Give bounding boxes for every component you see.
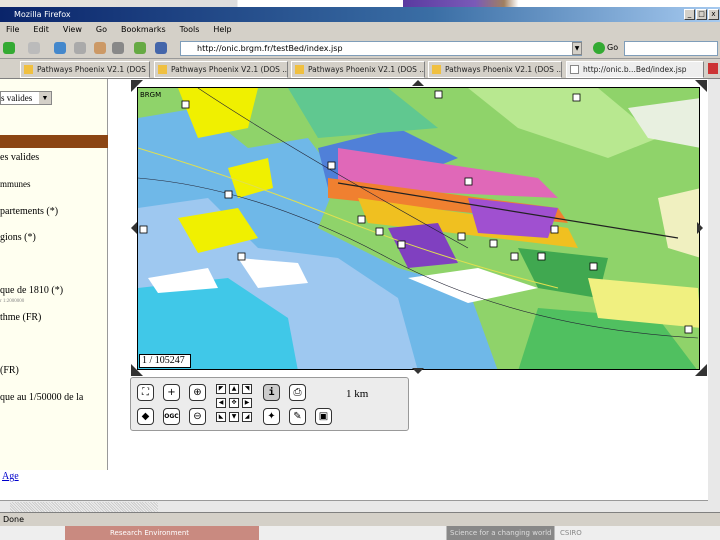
pan-north-icon[interactable] [412, 74, 424, 86]
pan-icon[interactable]: ✥ [229, 398, 239, 408]
info-icon[interactable]: i [263, 384, 280, 401]
layer-item[interactable]: thme (FR) [0, 312, 41, 323]
url-input[interactable]: http://onic.brgm.fr/testBed/index.jsp [180, 41, 582, 56]
background-banner [0, 0, 720, 7]
map-canvas: BRGM [138, 88, 699, 369]
menu-view[interactable]: View [63, 25, 82, 34]
layer-item[interactable]: gions (*) [0, 232, 36, 243]
pan-se-button[interactable]: ◢ [242, 412, 252, 422]
pan-southwest-icon[interactable] [131, 364, 143, 376]
menu-bar: File Edit View Go Bookmarks Tools Help [0, 22, 720, 38]
menu-tools[interactable]: Tools [180, 25, 200, 34]
reload-icon[interactable] [54, 42, 66, 54]
pan-west-icon[interactable] [125, 222, 137, 234]
pan-ne-button[interactable]: ◥ [242, 384, 252, 394]
pan-sw-button[interactable]: ◣ [216, 412, 226, 422]
scale-bar-label: 1 km [346, 388, 369, 400]
maximize-button[interactable]: □ [696, 9, 707, 20]
status-text: Done [3, 515, 25, 524]
scrollbar-thumb[interactable] [10, 502, 158, 512]
layer-panel: s valides ▼ es valides mmunes partements … [0, 79, 108, 470]
tab-4[interactable]: Pathways Phoenix V2.1 (DOS ... [428, 61, 562, 78]
back-icon[interactable] [3, 42, 15, 54]
layer-item[interactable]: que de 1810 (*) [0, 285, 63, 296]
layer-item[interactable]: es valides [0, 152, 39, 163]
print-map-icon[interactable]: ⎙ [289, 384, 306, 401]
tab-2[interactable]: Pathways Phoenix V2.1 (DOS ... [154, 61, 288, 78]
footer-text: Research Environment [110, 529, 190, 537]
layer-item[interactable]: partements (*) [0, 206, 58, 217]
map-toolbar: ⛶ + ⊕ ◆ OGC ⊖ ◤ ▲ ◥ ◀ ✥ ▶ ◣ ▼ ◢ i ⎙ ✦ ✎ … [130, 377, 409, 431]
pan-south-icon[interactable] [412, 368, 424, 380]
zoom-in-icon[interactable]: ⊕ [189, 384, 206, 401]
status-bar: Done [0, 512, 720, 526]
vertical-scrollbar[interactable] [708, 79, 720, 512]
close-tab-icon[interactable] [708, 63, 718, 74]
tab-label: Pathways Phoenix V2.1 (DOS ... [37, 65, 150, 74]
download-icon[interactable] [134, 42, 146, 54]
pan-n-button[interactable]: ▲ [229, 384, 239, 394]
pan-w-button[interactable]: ◀ [216, 398, 226, 408]
go-icon[interactable] [593, 42, 605, 54]
ogc-button[interactable]: OGC [163, 408, 180, 425]
layer-item[interactable]: mmunes [0, 179, 31, 189]
add-layer-icon[interactable]: + [163, 384, 180, 401]
measure-icon[interactable]: ✎ [289, 408, 306, 425]
tab-label: http://onic.b...Bed/index.jsp [583, 65, 687, 74]
horizontal-scrollbar[interactable] [0, 500, 708, 512]
stop-icon[interactable] [74, 42, 86, 54]
compass-icon[interactable]: ✦ [263, 408, 280, 425]
ogc-label: OGC [164, 413, 179, 420]
layer-item[interactable]: (FR) [0, 365, 19, 376]
home-icon[interactable] [94, 42, 106, 54]
footer-logo-text: CSIRO [560, 529, 582, 537]
tab-label: Pathways Phoenix V2.1 (DOS ... [308, 65, 425, 74]
tab-1[interactable]: Pathways Phoenix V2.1 (DOS ... [20, 61, 150, 78]
tab-label: Pathways Phoenix V2.1 (DOS ... [445, 65, 562, 74]
pan-s-button[interactable]: ▼ [229, 412, 239, 422]
geological-map[interactable]: BRGM [137, 87, 700, 370]
pan-nw-button[interactable]: ◤ [216, 384, 226, 394]
menu-go[interactable]: Go [96, 25, 107, 34]
url-dropdown-icon[interactable]: ▼ [572, 42, 582, 55]
menu-edit[interactable]: Edit [33, 25, 49, 34]
tab-label: Pathways Phoenix V2.1 (DOS ... [171, 65, 288, 74]
tab-5-active[interactable]: http://onic.b...Bed/index.jsp [566, 61, 704, 78]
layer-scale-note: r 1:2000000 [0, 299, 25, 304]
full-extent-icon[interactable]: ⛶ [137, 384, 154, 401]
pan-e-button[interactable]: ▶ [242, 398, 252, 408]
tab-bar: Pathways Phoenix V2.1 (DOS ... Pathways … [0, 59, 720, 79]
save-icon[interactable]: ▣ [315, 408, 332, 425]
background-footer: Research Environment Science for a chang… [0, 526, 720, 540]
panel-header-bar [0, 135, 108, 148]
chevron-down-icon[interactable]: ▼ [39, 92, 51, 104]
print-icon[interactable] [112, 42, 124, 54]
title-bar: Mozilla Firefox [0, 7, 720, 22]
menu-file[interactable]: File [6, 25, 19, 34]
tab-3[interactable]: Pathways Phoenix V2.1 (DOS ... [291, 61, 425, 78]
close-button[interactable]: x [708, 9, 719, 20]
minimize-button[interactable]: _ [684, 9, 695, 20]
footer-text: Science for a changing world [450, 529, 552, 537]
window-title: Mozilla Firefox [14, 10, 71, 19]
forward-icon[interactable] [28, 42, 40, 54]
bookmark-icon[interactable] [155, 42, 167, 54]
menu-bookmarks[interactable]: Bookmarks [121, 25, 166, 34]
menu-help[interactable]: Help [213, 25, 231, 34]
layer-item[interactable]: que au 1/50000 de la [0, 392, 83, 403]
zoom-out-icon[interactable]: ⊖ [189, 408, 206, 425]
age-link[interactable]: Age [2, 471, 19, 482]
pan-southeast-icon[interactable] [695, 364, 707, 376]
france-extent-icon[interactable]: ◆ [137, 408, 154, 425]
select-value: s valides [1, 93, 33, 103]
go-button[interactable]: Go [607, 43, 618, 52]
map-logo: BRGM [140, 91, 161, 99]
search-input[interactable] [624, 41, 718, 56]
map-scale-ratio: 1 / 105247 [139, 354, 191, 368]
layer-select[interactable]: s valides ▼ [0, 91, 52, 105]
